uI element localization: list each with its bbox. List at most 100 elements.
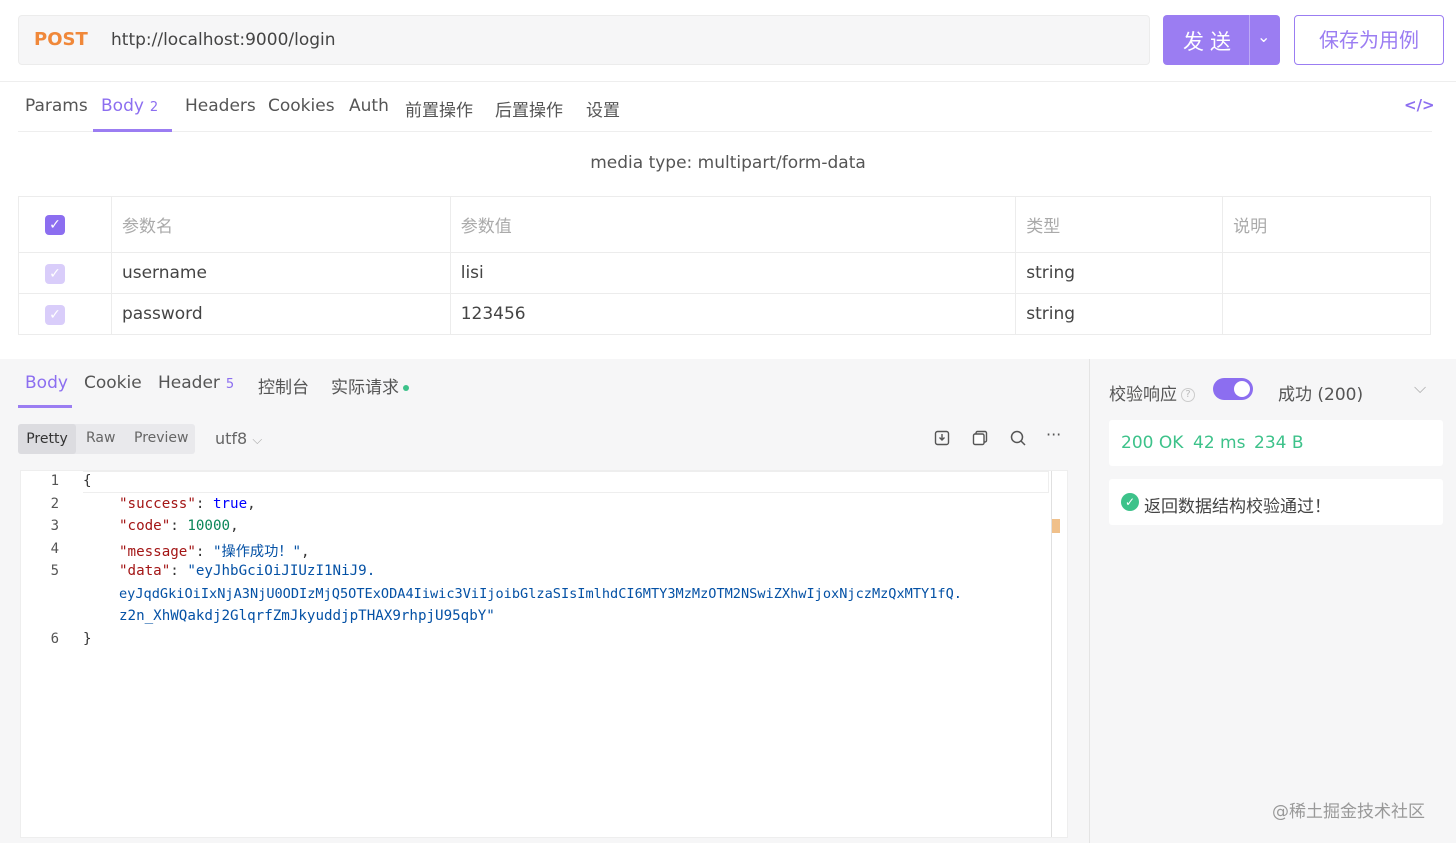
line-number: 1 (50, 473, 59, 489)
download-icon[interactable] (933, 429, 951, 451)
tab-settings[interactable]: 设置 (586, 96, 620, 121)
validate-toggle[interactable] (1213, 378, 1253, 400)
tab-body-count: 2 (149, 100, 159, 115)
media-type-label: media type: multipart/form-data (590, 153, 866, 173)
select-all-checkbox[interactable]: ✓ (45, 215, 65, 235)
line-number: 3 (50, 518, 59, 534)
view-pretty-button[interactable]: Pretty (18, 424, 76, 454)
status-dot-icon (403, 385, 409, 391)
tab-response-header-label[interactable]: Header (158, 373, 220, 393)
encoding-select[interactable]: utf8 ⌵ (215, 429, 262, 448)
chevron-down-icon[interactable]: ⌄ (1257, 27, 1270, 46)
response-status-select[interactable]: 成功 (200) (1278, 380, 1363, 405)
send-button[interactable]: 发送 ⌄ (1163, 15, 1280, 65)
tab-params[interactable]: Params (25, 96, 88, 116)
code-icon[interactable]: </> (1404, 96, 1435, 114)
current-line-highlight (83, 471, 1049, 493)
save-as-case-button[interactable]: 保存为用例 (1294, 15, 1444, 65)
param-type-cell[interactable]: string (1015, 293, 1224, 335)
tab-body[interactable]: Body 2 (101, 96, 158, 116)
json-key: "message" (119, 544, 196, 560)
request-bar: POST http://localhost:9000/login 发送 ⌄ 保存… (0, 0, 1456, 82)
tab-cookies[interactable]: Cookies (268, 96, 335, 116)
json-key: "code" (119, 518, 171, 534)
tab-auth[interactable]: Auth (349, 96, 389, 116)
line-number: 5 (50, 563, 59, 579)
param-name-cell[interactable]: password (110, 293, 451, 335)
validate-response-text: 校验响应 (1109, 385, 1177, 405)
tab-auth-label[interactable]: Auth (349, 96, 389, 116)
column-header-desc: 说明 (1222, 196, 1431, 253)
tab-post-actions-label[interactable]: 后置操作 (495, 101, 563, 121)
column-header-name: 参数名 (110, 196, 451, 253)
active-tab-indicator (18, 405, 72, 408)
param-type-cell[interactable]: string (1015, 252, 1224, 294)
tab-headers-label[interactable]: Headers (185, 96, 256, 116)
tab-actual-request[interactable]: 实际请求 (331, 373, 409, 398)
view-mode-segmented: Pretty Raw Preview (18, 424, 195, 454)
copy-icon[interactable] (971, 429, 989, 451)
search-icon[interactable] (1009, 429, 1027, 451)
json-key: "data" (119, 563, 171, 579)
response-stats: 200 OK 42 ms 234 B (1109, 420, 1443, 466)
param-desc-cell[interactable] (1222, 252, 1431, 294)
active-tab-indicator (93, 129, 172, 132)
tab-response-cookie[interactable]: Cookie (84, 373, 142, 393)
json-value: "eyJhbGciOiJIUzI1NiJ9. (187, 563, 376, 579)
tab-pre-actions[interactable]: 前置操作 (405, 96, 473, 121)
scroll-marker (1052, 519, 1060, 533)
status-code: 200 OK (1121, 433, 1184, 453)
tab-params-label[interactable]: Params (25, 96, 88, 116)
table-header-row: ✓ 参数名 参数值 类型 说明 (18, 196, 1431, 253)
validation-result-text: 返回数据结构校验通过！ (1144, 497, 1331, 517)
response-code-editor[interactable]: 1 2 3 4 5 6 { "success": true, "code": 1… (20, 470, 1068, 838)
code-line: "success": true, (119, 496, 256, 512)
params-table: ✓ 参数名 参数值 类型 说明 ✓ username lisi string ✓… (18, 196, 1431, 335)
tab-settings-label[interactable]: 设置 (586, 101, 620, 121)
response-size: 234 B (1254, 433, 1304, 453)
column-header-type: 类型 (1015, 196, 1224, 253)
url-input[interactable]: http://localhost:9000/login (111, 30, 336, 50)
view-preview-button[interactable]: Preview (134, 430, 189, 446)
method-select[interactable]: POST (34, 29, 88, 50)
view-raw-button[interactable]: Raw (86, 430, 115, 446)
help-icon[interactable]: ? (1181, 388, 1195, 402)
param-desc-cell[interactable] (1222, 293, 1431, 335)
json-value: 10000 (187, 518, 231, 534)
tab-body-label[interactable]: Body (101, 96, 144, 116)
tab-console[interactable]: 控制台 (258, 373, 309, 398)
encoding-value[interactable]: utf8 (215, 429, 247, 448)
watermark: @稀土掘金技术社区 (1272, 802, 1425, 822)
code-line: "data": "eyJhbGciOiJIUzI1NiJ9. (119, 563, 376, 579)
validation-result: ✓ 返回数据结构校验通过！ (1109, 479, 1443, 525)
tab-response-header[interactable]: Header 5 (158, 373, 234, 393)
line-number: 2 (50, 496, 59, 512)
tab-cookies-label[interactable]: Cookies (268, 96, 335, 116)
code-line: eyJqdGkiOiIxNjA3NjU0ODIzMjQ5OTExODA4Iiwi… (119, 586, 962, 602)
chevron-down-icon[interactable]: ⌵ (1414, 378, 1426, 398)
tab-response-body[interactable]: Body (25, 373, 68, 393)
code-line: { (83, 473, 92, 489)
param-value-cell[interactable]: lisi (449, 252, 1017, 294)
tab-pre-actions-label[interactable]: 前置操作 (405, 101, 473, 121)
tab-response-header-count: 5 (225, 377, 235, 392)
tab-headers[interactable]: Headers (185, 96, 256, 116)
validate-response-label: 校验响应? (1109, 380, 1195, 405)
param-name-cell[interactable]: username (110, 252, 451, 294)
send-separator (1249, 15, 1250, 65)
tab-actual-request-label[interactable]: 实际请求 (331, 378, 399, 398)
row-checkbox[interactable]: ✓ (45, 263, 65, 284)
tab-post-actions[interactable]: 后置操作 (495, 96, 563, 121)
json-value: "操作成功！" (212, 544, 301, 560)
row-check-cell: ✓ (18, 293, 112, 335)
url-input-group[interactable]: POST http://localhost:9000/login (18, 15, 1150, 65)
select-all-cell: ✓ (18, 196, 112, 253)
check-circle-icon: ✓ (1121, 493, 1139, 511)
more-icon[interactable]: ··· (1046, 425, 1061, 444)
send-button-label[interactable]: 发送 (1183, 26, 1237, 56)
row-checkbox[interactable]: ✓ (45, 304, 65, 325)
request-tabs: Params Body 2 Headers Cookies Auth 前置操作 后… (18, 82, 1435, 132)
line-number: 6 (50, 631, 59, 647)
param-value-cell[interactable]: 123456 (449, 293, 1017, 335)
panel-divider[interactable] (1089, 359, 1090, 843)
